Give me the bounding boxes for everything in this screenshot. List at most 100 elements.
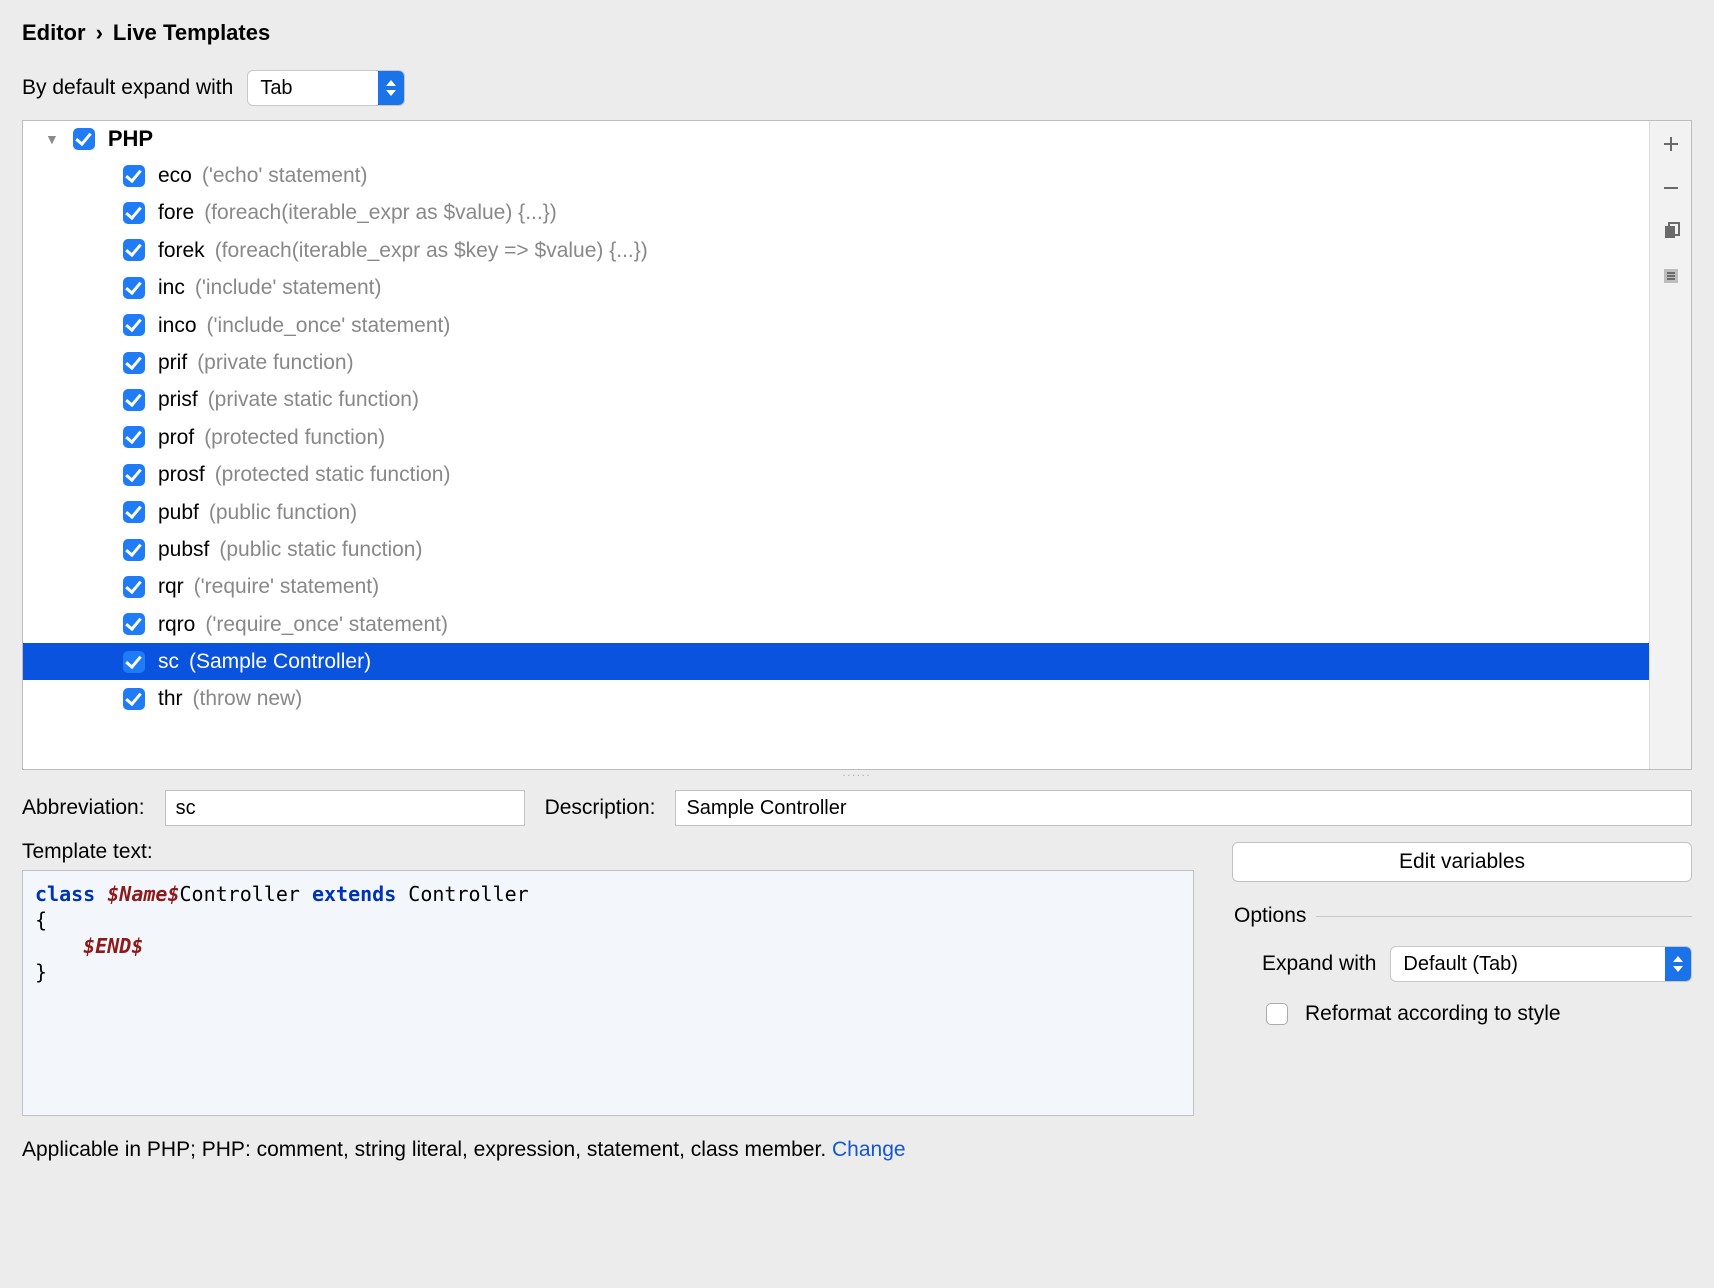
template-item[interactable]: eco ('echo' statement) [23,157,1649,194]
description-input[interactable] [675,790,1692,826]
chevron-right-icon: › [96,20,103,46]
template-text-label: Template text: [22,840,1194,864]
breadcrumb-item-editor[interactable]: Editor [22,20,86,46]
template-item-desc: ('echo' statement) [202,161,368,190]
remove-button[interactable] [1658,175,1684,201]
template-group-row[interactable]: ▼ PHP [23,121,1649,157]
add-button[interactable] [1658,131,1684,157]
edit-variables-button[interactable]: Edit variables [1232,842,1692,882]
template-item-checkbox[interactable] [123,389,145,411]
code-keyword: extends [312,882,408,906]
template-item-desc: (private static function) [208,385,419,414]
template-item-checkbox[interactable] [123,165,145,187]
template-item-desc: ('include_once' statement) [207,311,451,340]
options-group: Options Expand with Default (Tab) [1232,904,1692,1028]
options-legend: Options [1232,904,1316,928]
disclosure-triangle-icon[interactable]: ▼ [45,131,59,147]
change-context-link[interactable]: Change [832,1138,906,1161]
expand-with-value: Default (Tab) [1391,953,1665,976]
template-item[interactable]: inc ('include' statement) [23,269,1649,306]
template-item[interactable]: sc (Sample Controller) [23,643,1649,680]
template-item-checkbox[interactable] [123,277,145,299]
code-text: } [35,960,47,984]
panel-resizer[interactable]: ∙∙∙∙∙∙ [22,770,1692,780]
dropdown-stepper-icon[interactable] [378,71,404,105]
template-item-abbr: rqro [158,610,195,639]
template-item-abbr: prif [158,348,187,377]
expand-with-label: Expand with [1262,952,1376,976]
group-name: PHP [108,126,153,152]
template-item-abbr: pubf [158,498,199,527]
code-variable: $END$ [83,934,143,958]
template-item-checkbox[interactable] [123,464,145,486]
template-item-abbr: prisf [158,385,198,414]
template-item-abbr: inc [158,273,185,302]
expand-default-value: Tab [248,77,378,100]
expand-with-select[interactable]: Default (Tab) [1390,946,1692,982]
template-item-abbr: sc [158,647,179,676]
templates-tree[interactable]: ▼ PHP eco ('echo' statement)fore (foreac… [23,121,1649,769]
breadcrumb-item-live-templates[interactable]: Live Templates [113,20,270,46]
template-item-checkbox[interactable] [123,651,145,673]
settings-button[interactable] [1658,263,1684,289]
reformat-checkbox[interactable] [1266,1003,1288,1025]
template-item[interactable]: prosf (protected static function) [23,456,1649,493]
template-item-checkbox[interactable] [123,352,145,374]
template-item[interactable]: forek (foreach(iterable_expr as $key => … [23,232,1649,269]
template-item[interactable]: prof (protected function) [23,419,1649,456]
template-item-desc: ('require' statement) [194,572,379,601]
template-item[interactable]: thr (throw new) [23,680,1649,717]
expand-default-label: By default expand with [22,76,233,100]
template-item-abbr: fore [158,198,194,227]
template-item-desc: (private function) [197,348,353,377]
template-item-checkbox[interactable] [123,426,145,448]
template-item-checkbox[interactable] [123,688,145,710]
template-item-abbr: eco [158,161,192,190]
template-item-desc: (foreach(iterable_expr as $value) {...}) [204,198,557,227]
template-item-checkbox[interactable] [123,613,145,635]
expand-default-select[interactable]: Tab [247,70,405,106]
template-item[interactable]: inco ('include_once' statement) [23,307,1649,344]
code-text: Controller [180,882,312,906]
template-item-desc: (throw new) [193,684,303,713]
template-item-abbr: rqr [158,572,184,601]
abbreviation-label: Abbreviation: [22,796,145,820]
template-item-abbr: thr [158,684,183,713]
group-checkbox[interactable] [73,128,95,150]
template-item[interactable]: rqro ('require_once' statement) [23,606,1649,643]
reformat-label: Reformat according to style [1305,1002,1561,1026]
copy-button[interactable] [1658,219,1684,245]
templates-panel: ▼ PHP eco ('echo' statement)fore (foreac… [22,120,1692,770]
template-item[interactable]: rqr ('require' statement) [23,568,1649,605]
template-item[interactable]: pubsf (public static function) [23,531,1649,568]
code-text: Controller [408,882,528,906]
dropdown-stepper-icon[interactable] [1665,947,1691,981]
template-item-desc: (foreach(iterable_expr as $key => $value… [215,236,648,265]
abbreviation-input[interactable] [165,790,525,826]
template-item-desc: (protected static function) [215,460,451,489]
template-item-desc: (Sample Controller) [189,647,371,676]
template-item-checkbox[interactable] [123,501,145,523]
template-item[interactable]: prisf (private static function) [23,381,1649,418]
template-item-checkbox[interactable] [123,314,145,336]
template-item-checkbox[interactable] [123,202,145,224]
description-label: Description: [545,796,656,820]
applicable-context-text: Applicable in PHP; PHP: comment, string … [22,1138,832,1161]
template-item-checkbox[interactable] [123,576,145,598]
template-item[interactable]: fore (foreach(iterable_expr as $value) {… [23,194,1649,231]
template-item[interactable]: prif (private function) [23,344,1649,381]
template-item-desc: ('include' statement) [195,273,382,302]
template-item-abbr: prof [158,423,194,452]
template-item-desc: (public function) [209,498,357,527]
template-item-checkbox[interactable] [123,539,145,561]
template-item-checkbox[interactable] [123,239,145,261]
code-text: { [35,908,47,932]
template-item[interactable]: pubf (public function) [23,494,1649,531]
template-text-editor[interactable]: class $Name$Controller extends Controlle… [22,870,1194,1116]
template-item-abbr: inco [158,311,197,340]
template-item-desc: (public static function) [219,535,422,564]
template-item-abbr: pubsf [158,535,209,564]
code-keyword: class [35,882,107,906]
template-item-abbr: forek [158,236,205,265]
breadcrumb: Editor › Live Templates [22,20,1692,46]
